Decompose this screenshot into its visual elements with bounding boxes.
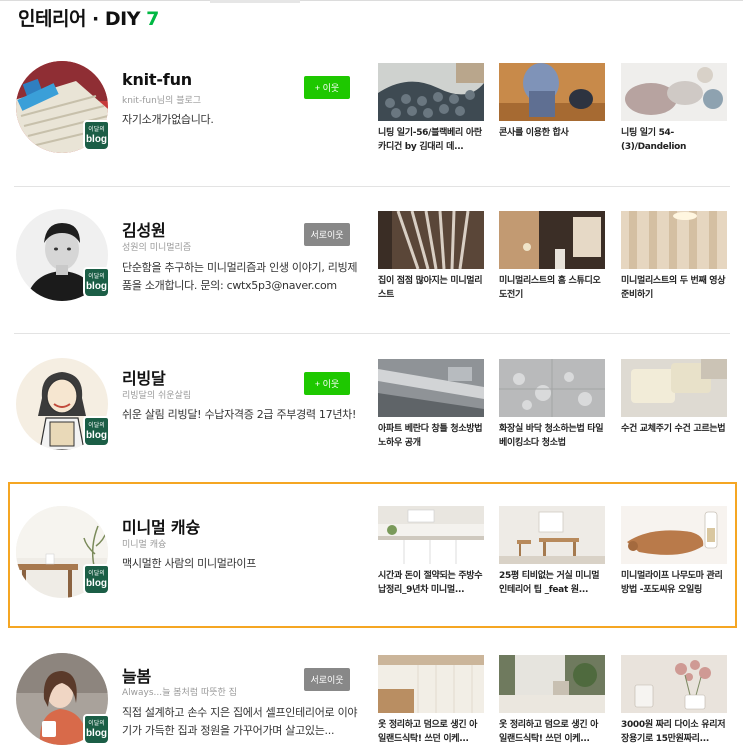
post-thumbnail[interactable] <box>621 63 727 121</box>
post-thumbnail[interactable] <box>378 359 484 417</box>
blog-description: 직접 설계하고 손수 지은 집에서 셀프인테리어로 이야기가 가득한 집과 정원… <box>122 706 358 737</box>
blog-row: 이달의 blog knit-fun knit-fun님의 블로그 자기소개가없습니… <box>8 40 737 186</box>
post-title[interactable]: 3000원 짜리 다이소 유리저장용기로 15만원짜리... <box>621 718 727 746</box>
post-thumbnail[interactable] <box>378 655 484 713</box>
post-title[interactable]: 수건 교체주기 수건 고르는법 <box>621 422 727 436</box>
active-tab-indicator <box>210 0 300 3</box>
blog-row: 이달의 blog 늘봄 Always...늘 봄처럼 따뜻한 집 직접 설계하고 … <box>8 632 737 749</box>
blog-subtitle: knit-fun님의 블로그 <box>122 96 202 106</box>
post-thumbnail[interactable] <box>621 655 727 713</box>
mutual-neighbor-button[interactable]: 서로이웃 <box>304 223 350 246</box>
post-thumbnail[interactable] <box>378 63 484 121</box>
blog-row: 이달의 blog 리빙달 리빙달의 쉬운살림 쉬운 살림 리빙달! 수납자격증 2… <box>8 334 737 480</box>
post-title[interactable]: 옷 정리하고 덤으로 생긴 아일랜드식탁! 쓰던 이케... <box>378 718 484 746</box>
post-item[interactable]: 시간과 돈이 절약되는 주방수납정리_9년차 미니멀... <box>378 506 484 597</box>
post-item[interactable]: 옷 정리하고 덤으로 생긴 아일랜드식탁! 쓰던 이케... <box>499 655 605 746</box>
post-title[interactable]: 미니멀리스트의 홈 스튜디오 도전기 <box>499 274 605 302</box>
post-thumbnail[interactable] <box>378 211 484 269</box>
blog-subtitle: 리빙달의 쉬운살림 <box>122 391 192 401</box>
blog-name[interactable]: 미니멀 캐슝 <box>122 514 200 538</box>
blog-subtitle: 성원의 미니멀리즘 <box>122 243 192 253</box>
blog-of-month-badge: 이달의 blog <box>83 120 110 151</box>
post-item[interactable]: 니팅 일기 54-(3)/Dandelion Cardiga... <box>621 63 727 154</box>
blog-description: 맥시멀한 사람의 미니멀라이프 <box>122 557 257 570</box>
blog-of-month-badge: 이달의 blog <box>83 564 110 595</box>
post-title[interactable]: 아파트 베란다 창틀 청소방법 노하우 공개 <box>378 422 484 450</box>
post-title[interactable]: 미니멀리스트의 두 번째 영상 준비하기 <box>621 274 727 302</box>
post-item[interactable]: 옷 정리하고 덤으로 생긴 아일랜드식탁! 쓰던 이케... <box>378 655 484 746</box>
post-thumbnail[interactable] <box>621 211 727 269</box>
top-divider <box>0 0 743 1</box>
blog-subtitle: Always...늘 봄처럼 따뜻한 집 <box>122 688 237 698</box>
add-neighbor-button[interactable]: + 이웃 <box>304 76 350 99</box>
post-item[interactable]: 미니멀리스트의 홈 스튜디오 도전기 <box>499 211 605 302</box>
post-thumbnail[interactable] <box>499 655 605 713</box>
post-item[interactable]: 집이 점점 많아지는 미니멀리스트 <box>378 211 484 302</box>
blog-name[interactable]: 리빙달 <box>122 365 166 389</box>
blog-row: 이달의 blog 김성원 성원의 미니멀리즘 단순함을 추구하는 미니멀리즘과 인… <box>8 187 737 333</box>
blog-description: 자기소개가없습니다. <box>122 113 214 126</box>
post-title[interactable]: 콘사를 이용한 합사 <box>499 126 605 140</box>
post-title[interactable]: 화장실 바닥 청소하는법 타일 베이킹소다 청소법 <box>499 422 605 450</box>
blog-count: 7 <box>146 8 159 30</box>
blog-of-month-badge: 이달의 blog <box>83 267 110 298</box>
post-thumbnail[interactable] <box>621 506 727 564</box>
post-title[interactable]: 니팅 일기 54-(3)/Dandelion Cardiga... <box>621 126 727 154</box>
blog-row-highlighted: 이달의 blog 미니멀 캐슝 미니멀 캐슝 맥시멀한 사람의 미니멀라이프 시간… <box>8 482 737 628</box>
post-title[interactable]: 니팅 일기-56/블랙베리 아란 카디건 by 김대리 데... <box>378 126 484 154</box>
post-thumbnail[interactable] <box>499 211 605 269</box>
post-item[interactable]: 미니멀리스트의 두 번째 영상 준비하기 <box>621 211 727 302</box>
blog-of-month-badge: 이달의 blog <box>83 714 110 745</box>
post-title[interactable]: 옷 정리하고 덤으로 생긴 아일랜드식탁! 쓰던 이케... <box>499 718 605 746</box>
post-item[interactable]: 수건 교체주기 수건 고르는법 <box>621 359 727 436</box>
post-item[interactable]: 콘사를 이용한 합사 <box>499 63 605 140</box>
blog-name[interactable]: 늘봄 <box>122 663 151 687</box>
blog-subtitle: 미니멀 캐슝 <box>122 540 167 550</box>
post-thumbnail[interactable] <box>621 359 727 417</box>
blog-name[interactable]: knit-fun <box>122 70 192 89</box>
post-title[interactable]: 25평 티비없는 거실 미니멀 인테리어 팁 _feat 원... <box>499 569 605 597</box>
blog-description: 단순함을 추구하는 미니멀리즘과 인생 이야기, 리빙제품을 소개합니다. 문의… <box>122 261 358 292</box>
blog-name[interactable]: 김성원 <box>122 217 166 241</box>
mutual-neighbor-button[interactable]: 서로이웃 <box>304 668 350 691</box>
post-item[interactable]: 3000원 짜리 다이소 유리저장용기로 15만원짜리... <box>621 655 727 746</box>
post-item[interactable]: 화장실 바닥 청소하는법 타일 베이킹소다 청소법 <box>499 359 605 450</box>
post-thumbnail[interactable] <box>499 63 605 121</box>
add-neighbor-button[interactable]: + 이웃 <box>304 372 350 395</box>
blog-description: 쉬운 살림 리빙달! 수납자격증 2급 주부경력 17년차! <box>122 408 357 421</box>
post-item[interactable]: 니팅 일기-56/블랙베리 아란 카디건 by 김대리 데... <box>378 63 484 154</box>
post-title[interactable]: 미니멀라이프 나무도마 관리방법 -포도씨유 오일링 <box>621 569 727 597</box>
post-thumbnail[interactable] <box>499 506 605 564</box>
post-item[interactable]: 아파트 베란다 창틀 청소방법 노하우 공개 <box>378 359 484 450</box>
post-thumbnail[interactable] <box>378 506 484 564</box>
post-thumbnail[interactable] <box>499 359 605 417</box>
category-title: 인테리어 · DIY <box>18 8 140 30</box>
post-title[interactable]: 시간과 돈이 절약되는 주방수납정리_9년차 미니멀... <box>378 569 484 597</box>
page-title: 인테리어 · DIY 7 <box>18 4 159 31</box>
blog-of-month-badge: 이달의 blog <box>83 416 110 447</box>
post-item[interactable]: 25평 티비없는 거실 미니멀 인테리어 팁 _feat 원... <box>499 506 605 597</box>
post-title[interactable]: 집이 점점 많아지는 미니멀리스트 <box>378 274 484 302</box>
post-item[interactable]: 미니멀라이프 나무도마 관리방법 -포도씨유 오일링 <box>621 506 727 597</box>
